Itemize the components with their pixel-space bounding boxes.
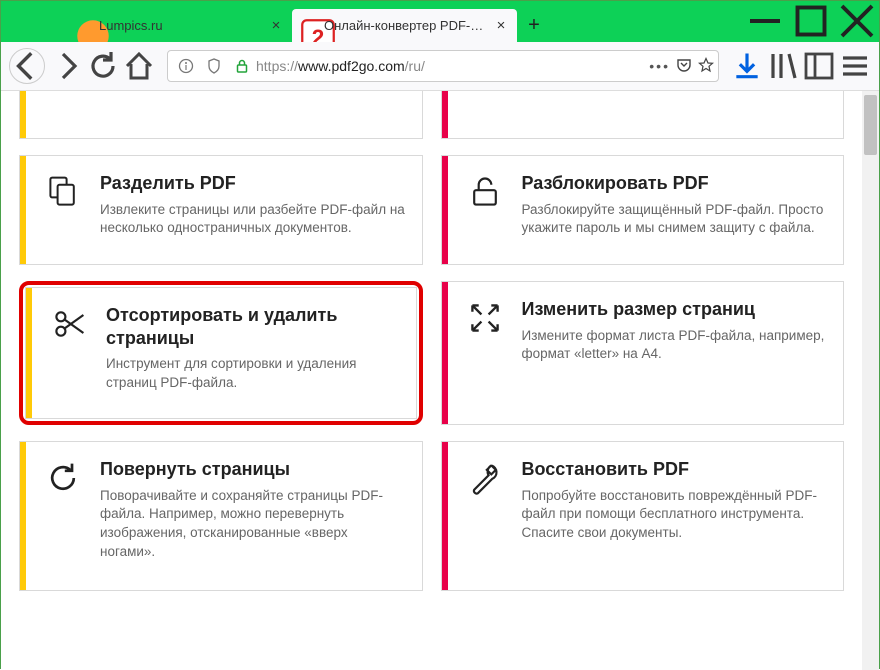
toolbar: https://www.pdf2go.com/ru/ •••	[1, 42, 879, 91]
card-title: Отсортировать и удалить страницы	[106, 304, 400, 349]
sidebar-button[interactable]	[803, 50, 835, 82]
tab-title: Онлайн-конвертер PDF-файл	[324, 18, 493, 33]
card-partial-left[interactable]	[19, 91, 423, 139]
shield-icon[interactable]	[200, 58, 228, 74]
favicon-icon	[75, 18, 91, 34]
library-button[interactable]	[767, 50, 799, 82]
forward-button[interactable]	[51, 50, 83, 82]
url-right: •••	[649, 57, 714, 76]
close-icon[interactable]: ×	[493, 18, 509, 34]
tab-lumpics[interactable]: Lumpics.ru ×	[67, 9, 292, 42]
card-desc: Инструмент для сортировки и удаления стр…	[106, 355, 400, 393]
maximize-button[interactable]	[788, 0, 834, 41]
scissors-icon	[32, 288, 106, 418]
bookmark-star-icon[interactable]	[698, 57, 714, 76]
close-icon[interactable]: ×	[268, 18, 284, 34]
card-rotate-pages[interactable]: Повернуть страницы Поворачивайте и сохра…	[19, 441, 423, 591]
card-desc: Измените формат листа PDF-файла, наприме…	[522, 327, 828, 365]
url-text: https://www.pdf2go.com/ru/	[256, 58, 649, 74]
card-stripe	[442, 91, 448, 138]
card-desc: Попробуйте восстановить повреждённый PDF…	[522, 487, 828, 544]
scrollbar-thumb[interactable]	[864, 95, 877, 155]
unlock-icon	[448, 156, 522, 264]
card-title: Разблокировать PDF	[522, 172, 828, 195]
tab-pdf2go[interactable]: 2 Онлайн-конвертер PDF-файл ×	[292, 9, 517, 42]
card-repair-pdf[interactable]: Восстановить PDF Попробуйте восстановить…	[441, 441, 845, 591]
page-content: Разделить PDF Извлеките страницы или раз…	[1, 91, 862, 670]
card-sort-delete-pages[interactable]: Отсортировать и удалить страницы Инструм…	[25, 287, 417, 419]
minimize-button[interactable]	[742, 0, 788, 41]
info-icon[interactable]	[172, 58, 200, 74]
menu-button[interactable]	[839, 50, 871, 82]
copy-pages-icon	[26, 156, 100, 264]
expand-arrows-icon	[448, 282, 522, 424]
urlbar[interactable]: https://www.pdf2go.com/ru/ •••	[167, 50, 719, 82]
vertical-scrollbar[interactable]	[862, 91, 879, 670]
tab-title: Lumpics.ru	[99, 18, 268, 33]
card-desc: Поворачивайте и сохраняйте страницы PDF-…	[100, 487, 406, 563]
rotate-icon	[26, 442, 100, 590]
close-window-button[interactable]	[834, 0, 880, 41]
home-button[interactable]	[123, 50, 155, 82]
card-title: Восстановить PDF	[522, 458, 828, 481]
card-unlock-pdf[interactable]: Разблокировать PDF Разблокируйте защищён…	[441, 155, 845, 265]
pocket-icon[interactable]	[676, 57, 692, 76]
window-controls	[742, 0, 880, 41]
titlebar: Lumpics.ru × 2 Онлайн-конвертер PDF-файл…	[1, 1, 879, 42]
highlight-annotation: Отсортировать и удалить страницы Инструм…	[19, 281, 423, 425]
lock-icon[interactable]	[228, 58, 256, 74]
card-partial-right[interactable]	[441, 91, 845, 139]
card-split-pdf[interactable]: Разделить PDF Извлеките страницы или раз…	[19, 155, 423, 265]
card-title: Разделить PDF	[100, 172, 406, 195]
tabs-area: Lumpics.ru × 2 Онлайн-конвертер PDF-файл…	[1, 9, 551, 42]
card-desc: Извлеките страницы или разбейте PDF-файл…	[100, 201, 406, 239]
back-button[interactable]	[9, 48, 45, 84]
content-wrap: Разделить PDF Извлеките страницы или раз…	[1, 91, 879, 670]
favicon-icon: 2	[300, 18, 316, 34]
downloads-button[interactable]	[731, 50, 763, 82]
card-desc: Разблокируйте защищённый PDF-файл. Прост…	[522, 201, 828, 239]
new-tab-button[interactable]: +	[517, 9, 551, 42]
reload-button[interactable]	[87, 50, 119, 82]
card-title: Повернуть страницы	[100, 458, 406, 481]
card-resize-pages[interactable]: Изменить размер страниц Измените формат …	[441, 281, 845, 425]
card-stripe	[20, 91, 26, 138]
page-actions-icon[interactable]: •••	[649, 58, 670, 74]
card-title: Изменить размер страниц	[522, 298, 828, 321]
wrench-icon	[448, 442, 522, 590]
svg-text:2: 2	[312, 25, 325, 43]
